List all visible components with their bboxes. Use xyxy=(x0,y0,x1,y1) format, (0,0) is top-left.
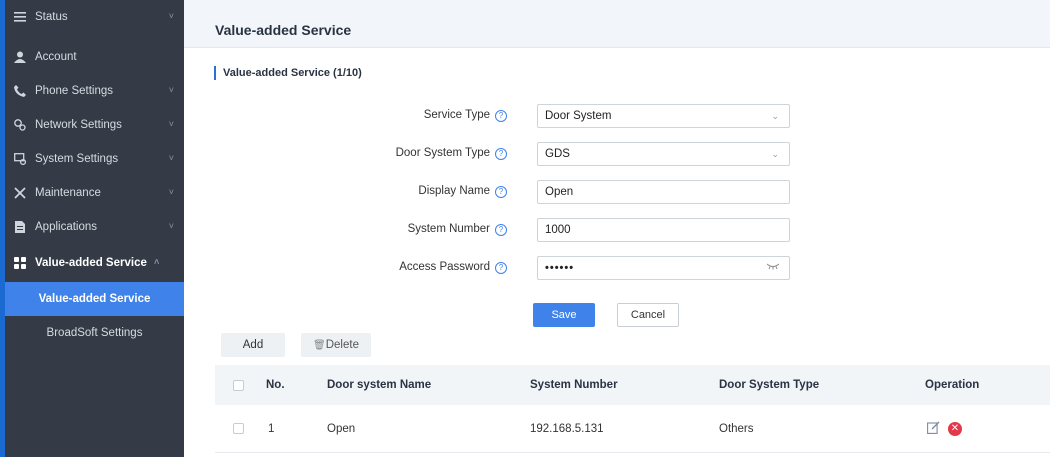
service-type-select[interactable]: Door System ⌄ xyxy=(537,104,790,128)
save-button[interactable]: Save xyxy=(533,303,595,327)
sidebar-item-label: Value-added Service xyxy=(35,257,147,269)
table-header: No. Door system Name System Number Door … xyxy=(215,365,1050,405)
page-title: Value-added Service xyxy=(215,22,352,38)
sidebar-subitem-label: BroadSoft Settings xyxy=(46,327,143,339)
system-number-input[interactable]: 1000 xyxy=(537,218,790,242)
sidebar-item-value-added-service[interactable]: Value-added Service ˄ xyxy=(5,246,184,280)
system-icon xyxy=(13,152,27,166)
sidebar-subitem-value-added-service[interactable]: Value-added Service xyxy=(5,282,184,316)
network-icon xyxy=(13,118,27,132)
help-icon[interactable]: ? xyxy=(495,148,507,160)
sidebar-item-status[interactable]: Status ˅ xyxy=(5,0,184,34)
select-all-checkbox[interactable] xyxy=(233,379,244,391)
cell-no: 1 xyxy=(268,422,275,435)
sidebar-item-account[interactable]: Account xyxy=(5,40,184,74)
add-button[interactable]: Add xyxy=(221,333,285,357)
chevron-down-icon: ⌄ xyxy=(771,149,779,159)
edit-icon[interactable] xyxy=(927,421,940,437)
system-number-label: System Number? xyxy=(277,223,507,236)
service-type-label: Service Type? xyxy=(277,109,507,122)
sidebar-item-system-settings[interactable]: System Settings ˅ xyxy=(5,142,184,176)
column-header-number: System Number xyxy=(530,379,618,391)
sidebar-item-label: Status xyxy=(35,11,68,23)
display-name-input[interactable]: Open xyxy=(537,180,790,204)
person-icon xyxy=(13,50,27,64)
sidebar-item-label: System Settings xyxy=(35,153,119,165)
chevron-down-icon: ˅ xyxy=(168,119,174,129)
cell-operation: ✕ xyxy=(927,405,962,452)
help-icon[interactable]: ? xyxy=(495,110,507,122)
column-header-operation: Operation xyxy=(925,379,980,391)
page-header: Value-added Service xyxy=(184,0,1050,48)
column-header-no: No. xyxy=(266,379,285,391)
cancel-button[interactable]: Cancel xyxy=(617,303,679,327)
chevron-down-icon: ˅ xyxy=(168,221,174,231)
chevron-down-icon: ˅ xyxy=(168,11,174,21)
section-title: Value-added Service (1/10) xyxy=(214,66,362,80)
sidebar-item-phone-settings[interactable]: Phone Settings ˅ xyxy=(5,74,184,108)
chevron-down-icon: ˅ xyxy=(168,187,174,197)
help-icon[interactable]: ? xyxy=(495,262,507,274)
access-password-label: Access Password? xyxy=(277,261,507,274)
main-content: Value-added Service Value-added Service … xyxy=(184,0,1050,457)
sidebar-item-label: Phone Settings xyxy=(35,85,114,97)
sidebar-item-applications[interactable]: Applications ˅ xyxy=(5,210,184,244)
column-header-type: Door System Type xyxy=(719,379,820,391)
chevron-down-icon: ˅ xyxy=(168,85,174,95)
chevron-down-icon: ⌄ xyxy=(771,111,779,121)
phone-icon xyxy=(13,84,27,98)
delete-button[interactable]: 🗑Delete xyxy=(301,333,371,357)
cell-type: Others xyxy=(719,422,754,435)
tools-icon xyxy=(13,186,27,200)
cell-name: Open xyxy=(327,422,356,435)
trash-icon: 🗑 xyxy=(313,340,326,351)
display-name-label: Display Name? xyxy=(277,185,507,198)
door-system-type-select[interactable]: GDS ⌄ xyxy=(537,142,790,166)
sidebar-item-label: Network Settings xyxy=(35,119,122,131)
sidebar-subitem-broadsoft-settings[interactable]: BroadSoft Settings xyxy=(5,316,184,350)
sidebar-item-network-settings[interactable]: Network Settings ˅ xyxy=(5,108,184,142)
door-system-type-label: Door System Type? xyxy=(277,147,507,160)
delete-icon[interactable]: ✕ xyxy=(948,421,962,436)
sidebar-item-label: Maintenance xyxy=(35,187,101,199)
sidebar: Status ˅ Account Phone Settings ˅ Networ… xyxy=(5,0,184,457)
cell-number: 192.168.5.131 xyxy=(530,422,604,435)
list-icon xyxy=(13,10,27,24)
grid-icon xyxy=(13,256,27,270)
access-password-input[interactable]: •••••• xyxy=(537,256,790,280)
sidebar-subitem-label: Value-added Service xyxy=(38,293,151,305)
help-icon[interactable]: ? xyxy=(495,224,507,236)
eye-hidden-icon[interactable] xyxy=(766,257,780,279)
row-checkbox[interactable] xyxy=(233,423,244,434)
sidebar-item-maintenance[interactable]: Maintenance ˅ xyxy=(5,176,184,210)
chevron-down-icon: ˅ xyxy=(168,153,174,163)
column-header-name: Door system Name xyxy=(327,379,432,391)
sidebar-item-label: Account xyxy=(35,51,77,63)
chevron-up-icon: ˄ xyxy=(154,257,160,267)
table-row: 1 Open 192.168.5.131 Others ✕ xyxy=(215,405,1050,453)
help-icon[interactable]: ? xyxy=(495,186,507,198)
sidebar-item-label: Applications xyxy=(35,221,98,233)
document-icon xyxy=(13,220,27,234)
